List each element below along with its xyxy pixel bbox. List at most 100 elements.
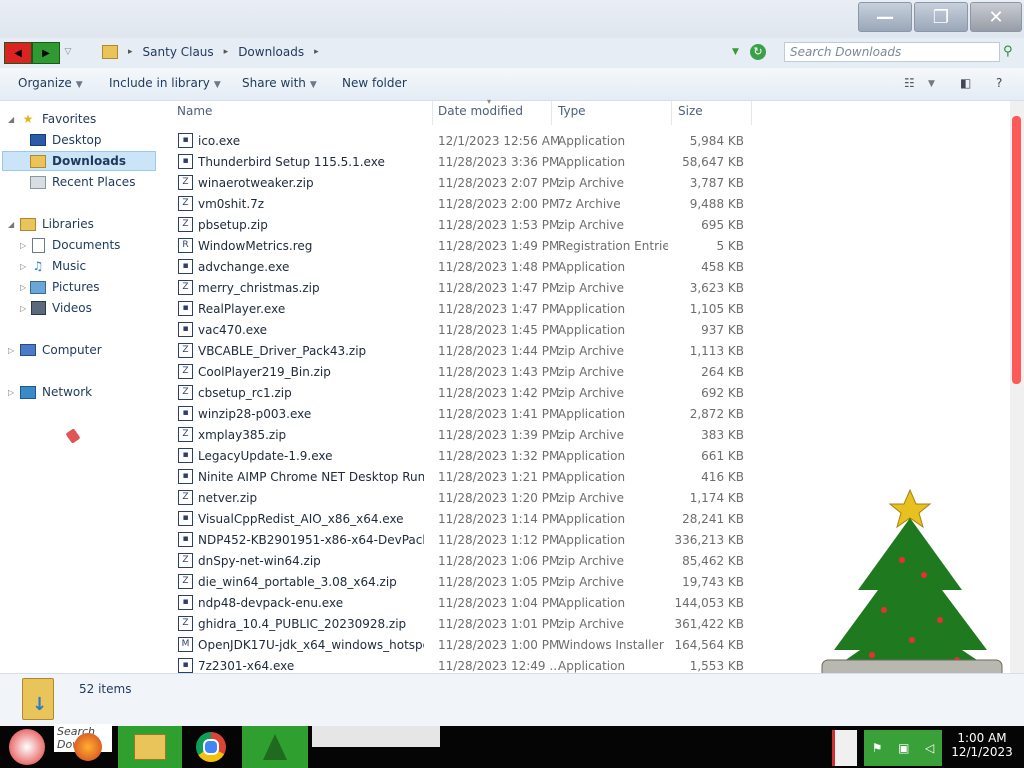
taskbar-explorer[interactable]	[118, 726, 182, 768]
maximize-button[interactable]: ❐	[914, 2, 968, 32]
forward-button[interactable]: ▶	[32, 42, 60, 64]
file-row[interactable]: Z CoolPlayer219_Bin.zip 11/28/2023 1:43 PM…	[176, 362, 756, 383]
column-divider[interactable]	[751, 101, 752, 125]
file-row[interactable]: ▪ vac470.exe 11/28/2023 1:45 PM Application…	[176, 320, 756, 341]
nav-music[interactable]: ♫ Music	[30, 256, 87, 276]
taskbar-search-box[interactable]	[312, 726, 440, 747]
collapse-arrow-icon[interactable]: ▷	[8, 346, 14, 355]
nav-recent-places[interactable]: Recent Places	[30, 172, 135, 192]
address-box[interactable]: ▸ Santy Claus ▸ Downloads ▸	[94, 41, 746, 63]
file-row[interactable]: ▪ RealPlayer.exe 11/28/2023 1:47 PM Applica…	[176, 299, 756, 320]
application-icon: ▪	[178, 154, 193, 169]
chevron-right-icon[interactable]: ▸	[224, 47, 229, 57]
column-header-type[interactable]: Type	[558, 104, 586, 118]
column-header-size[interactable]: Size	[678, 104, 703, 118]
file-row[interactable]: Znetver.zip 11/28/2023 1:20 PM zip Archive…	[176, 488, 756, 509]
preview-pane-icon[interactable]: ◧	[960, 76, 971, 90]
nav-videos[interactable]: Videos	[30, 298, 92, 318]
column-header-name[interactable]: Name	[177, 104, 212, 118]
taskbar-tree-gadget[interactable]	[242, 726, 308, 768]
file-row[interactable]: R WindowMetrics.reg 11/28/2023 1:49 PM Regi…	[176, 236, 756, 257]
file-size: 937 KB	[701, 323, 744, 337]
file-name: ico.exe	[198, 134, 241, 148]
taskbar-chrome[interactable]	[186, 726, 236, 768]
collapse-arrow-icon[interactable]: ▷	[20, 241, 26, 250]
collapse-arrow-icon[interactable]: ▷	[20, 304, 26, 313]
file-name: NDP452-KB2901951-x86-x64-DevPack.exe	[198, 533, 424, 547]
file-row[interactable]: ▪ winzip28-p003.exe 11/28/2023 1:41 PM Appl…	[176, 404, 756, 425]
collapse-arrow-icon[interactable]: ▷	[20, 262, 26, 271]
search-input[interactable]: Search Downloads	[784, 42, 1000, 62]
back-button[interactable]: ◀	[4, 42, 32, 64]
column-header-date-modified[interactable]: Date modified	[438, 104, 523, 118]
nav-favorites[interactable]: ★ Favorites	[20, 109, 97, 129]
file-row[interactable]: ▪ ico.exe 12/1/2023 12:56 AM Application 5,9…	[176, 131, 756, 152]
file-row[interactable]: Zcbsetup_rc1.zip 11/28/2023 1:42 PM zip Ar…	[176, 383, 756, 404]
chevron-right-icon[interactable]: ▸	[314, 47, 319, 57]
file-row[interactable]: ▪ NDP452-KB2901951-x86-x64-DevPack.exe 11/…	[176, 530, 756, 551]
nav-computer[interactable]: Computer	[20, 340, 102, 360]
nav-network[interactable]: Network	[20, 382, 92, 402]
breadcrumb-user[interactable]: Santy Claus	[143, 45, 214, 59]
column-divider[interactable]	[432, 101, 433, 125]
minimize-button[interactable]: —	[858, 2, 912, 32]
nav-pictures-label: Pictures	[52, 280, 100, 294]
file-row[interactable]: ▪ ndp48-devpack-enu.exe 11/28/2023 1:04 PM…	[176, 593, 756, 614]
nav-pictures[interactable]: Pictures	[30, 277, 100, 297]
file-row[interactable]: ▪ VisualCppRedist_AIO_x86_x64.exe 11/28/20…	[176, 509, 756, 530]
file-row[interactable]: ▪ advchange.exe 11/28/2023 1:48 PM Applicat…	[176, 257, 756, 278]
collapse-arrow-icon[interactable]: ▷	[20, 283, 26, 292]
file-row[interactable]: ▪ LegacyUpdate-1.9.exe 11/28/2023 1:32 PM A…	[176, 446, 756, 467]
view-dropdown-icon[interactable]: ▼	[928, 79, 935, 89]
taskbar-clock[interactable]: 1:00 AM 12/1/2023	[944, 731, 1020, 759]
refresh-icon[interactable]: ↻	[750, 44, 766, 60]
application-icon: ▪	[178, 511, 193, 526]
recent-pages-dropdown[interactable]: ▽	[60, 42, 76, 62]
file-row[interactable]: ▪ Ninite AIMP Chrome NET Desktop Runti...…	[176, 467, 756, 488]
column-divider[interactable]	[551, 101, 552, 125]
search-icon[interactable]: ⚲	[1003, 44, 1013, 59]
file-type: zip Archive	[558, 386, 624, 400]
file-row[interactable]: Zvm0shit.7z 11/28/2023 2:00 PM 7z Archive 9…	[176, 194, 756, 215]
file-date-modified: 11/28/2023 2:00 PM	[438, 197, 560, 211]
network-tray-icon[interactable]: ▣	[898, 741, 909, 755]
close-button[interactable]: ✕	[970, 2, 1022, 32]
scrollbar-thumb[interactable]	[1012, 116, 1021, 384]
address-dropdown-icon[interactable]: ▼	[732, 47, 739, 57]
help-icon[interactable]: ?	[996, 76, 1002, 90]
file-row[interactable]: Zxmplay385.zip 11/28/2023 1:39 PM zip Arch…	[176, 425, 756, 446]
file-row[interactable]: Zdie_win64_portable_3.08_x64.zip 11/28/20…	[176, 572, 756, 593]
column-divider[interactable]	[671, 101, 672, 125]
chevron-right-icon[interactable]: ▸	[128, 47, 133, 57]
file-name: dnSpy-net-win64.zip	[198, 554, 321, 568]
file-size: 695 KB	[701, 218, 744, 232]
file-row[interactable]: M OpenJDK17U-jdk_x64_windows_hotspot_... 1…	[176, 635, 756, 656]
organize-button[interactable]: Organize ▼	[18, 76, 83, 90]
expand-arrow-icon[interactable]: ◢	[8, 115, 14, 124]
nav-downloads[interactable]: Downloads	[30, 151, 126, 171]
nav-libraries[interactable]: Libraries	[20, 214, 94, 234]
file-row[interactable]: Zpbsetup.zip 11/28/2023 1:53 PM zip Archiv…	[176, 215, 756, 236]
include-in-library-button[interactable]: Include in library ▼	[109, 76, 221, 90]
file-row[interactable]: Zwinaerotweaker.zip 11/28/2023 2:07 PM zip…	[176, 173, 756, 194]
new-folder-button[interactable]: New folder	[342, 76, 407, 90]
file-row[interactable]: ▪ Thunderbird Setup 115.5.1.exe 11/28/2023…	[176, 152, 756, 173]
taskbar-firefox[interactable]	[70, 726, 106, 768]
file-type: Application	[558, 155, 626, 169]
nav-desktop[interactable]: Desktop	[30, 130, 102, 150]
expand-arrow-icon[interactable]: ◢	[8, 220, 14, 229]
action-center-flag-icon[interactable]: ⚑	[872, 741, 883, 755]
volume-icon[interactable]: ◁	[925, 741, 934, 755]
file-row[interactable]: Zghidra_10.4_PUBLIC_20230928.zip 11/28/20…	[176, 614, 756, 635]
file-row[interactable]: ZdnSpy-net-win64.zip 11/28/2023 1:06 PM zi…	[176, 551, 756, 572]
collapse-arrow-icon[interactable]: ▷	[8, 388, 14, 397]
start-button[interactable]	[0, 726, 54, 768]
nav-documents[interactable]: Documents	[30, 235, 120, 255]
show-hidden-icons-button[interactable]	[832, 730, 857, 766]
title-bar[interactable]: — ❐ ✕	[0, 0, 1024, 38]
view-options-icon[interactable]: ☷	[904, 76, 915, 90]
share-with-button[interactable]: Share with ▼	[242, 76, 317, 90]
breadcrumb-downloads[interactable]: Downloads	[238, 45, 304, 59]
file-row[interactable]: Z VBCABLE_Driver_Pack43.zip 11/28/2023 1:4…	[176, 341, 756, 362]
file-row[interactable]: Zmerry_christmas.zip 11/28/2023 1:47 PM zi…	[176, 278, 756, 299]
